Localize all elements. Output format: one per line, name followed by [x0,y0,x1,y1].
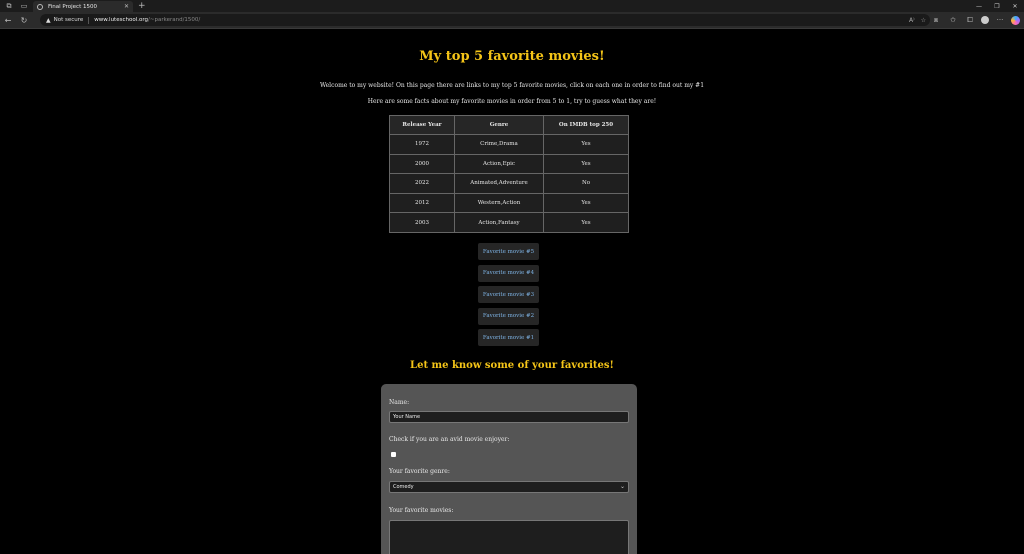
refresh-icon[interactable]: ↻ [16,12,32,28]
movies-label: Your favorite movies: [389,507,454,514]
cell-year: 2000 [389,153,455,175]
warning-icon: ▲ [46,16,51,24]
cell-genre: Action,Fantasy [454,212,544,233]
table-row: 2003 Action,Fantasy Yes [389,212,629,233]
cell-genre: Crime,Drama [454,134,544,155]
table-row: 1972 Crime,Drama Yes [389,134,629,155]
page-viewport: My top 5 favorite movies! Welcome to my … [0,28,1024,554]
address-toolbar: ← ↻ ▲ Not secure www.luteschool.org/~par… [0,12,1024,28]
globe-icon [37,3,43,10]
read-aloud-icon[interactable]: A⁾ [909,17,915,24]
cell-year: 2022 [389,173,455,194]
favorite-star-icon[interactable]: ☆ [921,17,926,24]
cell-year: 2003 [389,212,455,233]
name-input[interactable]: Your Name [389,411,629,423]
browser-tab[interactable]: Final Project 1500 ✕ [33,1,133,12]
back-icon[interactable]: ← [0,12,16,28]
split-screen-icon[interactable]: ⧈ [930,14,942,26]
minimize-icon[interactable]: — [970,0,988,12]
chevron-down-icon: ⌄ [619,483,625,490]
security-label: Not secure [53,17,84,23]
profile-icon[interactable] [981,16,989,24]
workspaces-icon[interactable]: ⧉ [3,0,15,12]
tab-bar: ⧉ ▭ [0,0,1024,12]
intro-text: Welcome to my website! On this page ther… [319,82,705,89]
url-separator [88,16,90,24]
avid-label: Check if you are an avid movie enjoyer: [389,436,510,443]
window-controls: — ❐ ✕ [970,0,1024,12]
header-release-year: Release Year [389,115,455,135]
genre-label: Your favorite genre: [389,468,450,475]
cell-year: 1972 [389,134,455,155]
favorite-movie-1-link[interactable]: Favorite movie #1 [478,329,539,346]
new-tab-icon[interactable]: + [138,1,146,11]
favorite-movie-2-link[interactable]: Favorite movie #2 [478,307,539,325]
cell-year: 2012 [389,192,455,214]
avid-checkbox[interactable] [391,452,396,457]
window-close-icon[interactable]: ✕ [1006,0,1024,12]
genre-select[interactable]: Comedy ⌄ [389,481,629,493]
favorite-movie-4-link[interactable]: Favorite movie #4 [478,264,539,282]
favorite-movie-3-link[interactable]: Favorite movie #3 [478,286,539,303]
table-row: 2022 Animated,Adventure No [389,173,629,194]
header-genre: Genre [454,115,544,135]
tab-actions-icon[interactable]: ▭ [18,0,30,12]
collections-icon[interactable]: ✩ [947,14,959,26]
url-path: /~parkerand/1500/ [148,17,201,23]
table-row: 2000 Action,Epic Yes [389,153,629,175]
cell-genre: Action,Epic [454,153,544,175]
page-title: My top 5 favorite movies! [419,49,605,64]
name-label: Name: [389,399,410,406]
facts-text: Here are some facts about my favorite mo… [367,98,657,105]
table-header-row: Release Year Genre On IMDB top 250 [389,115,629,135]
cell-genre: Animated,Adventure [454,173,544,194]
maximize-icon[interactable]: ❐ [988,0,1006,12]
cell-imdb: Yes [543,134,629,155]
url-bar[interactable]: ▲ Not secure www.luteschool.org/~parkera… [40,14,930,26]
favorite-movie-5-link[interactable]: Favorite movie #5 [478,243,539,260]
cell-imdb: No [543,173,629,194]
favorites-form: Name: Your Name Check if you are an avid… [381,384,637,554]
tab-title: Final Project 1500 [48,3,97,10]
form-heading: Let me know some of your favorites! [410,360,614,371]
movie-facts-table: Release Year Genre On IMDB top 250 1972 … [389,115,629,233]
browser-toolbar-icons: ⧈ ✩ ⧠ ··· [930,12,1020,28]
cell-imdb: Yes [543,192,629,214]
header-imdb: On IMDB top 250 [543,115,629,135]
cell-imdb: Yes [543,153,629,175]
copilot-icon[interactable] [1011,15,1020,25]
table-row: 2012 Western,Action Yes [389,192,629,214]
extensions-icon[interactable]: ⧠ [964,14,976,26]
more-icon[interactable]: ··· [994,14,1006,26]
favorite-movies-textarea[interactable] [389,520,629,554]
cell-imdb: Yes [543,212,629,233]
genre-select-value: Comedy [393,484,414,490]
close-icon[interactable]: ✕ [124,3,129,10]
url-host: www.luteschool.org [94,17,148,23]
cell-genre: Western,Action [454,192,544,214]
